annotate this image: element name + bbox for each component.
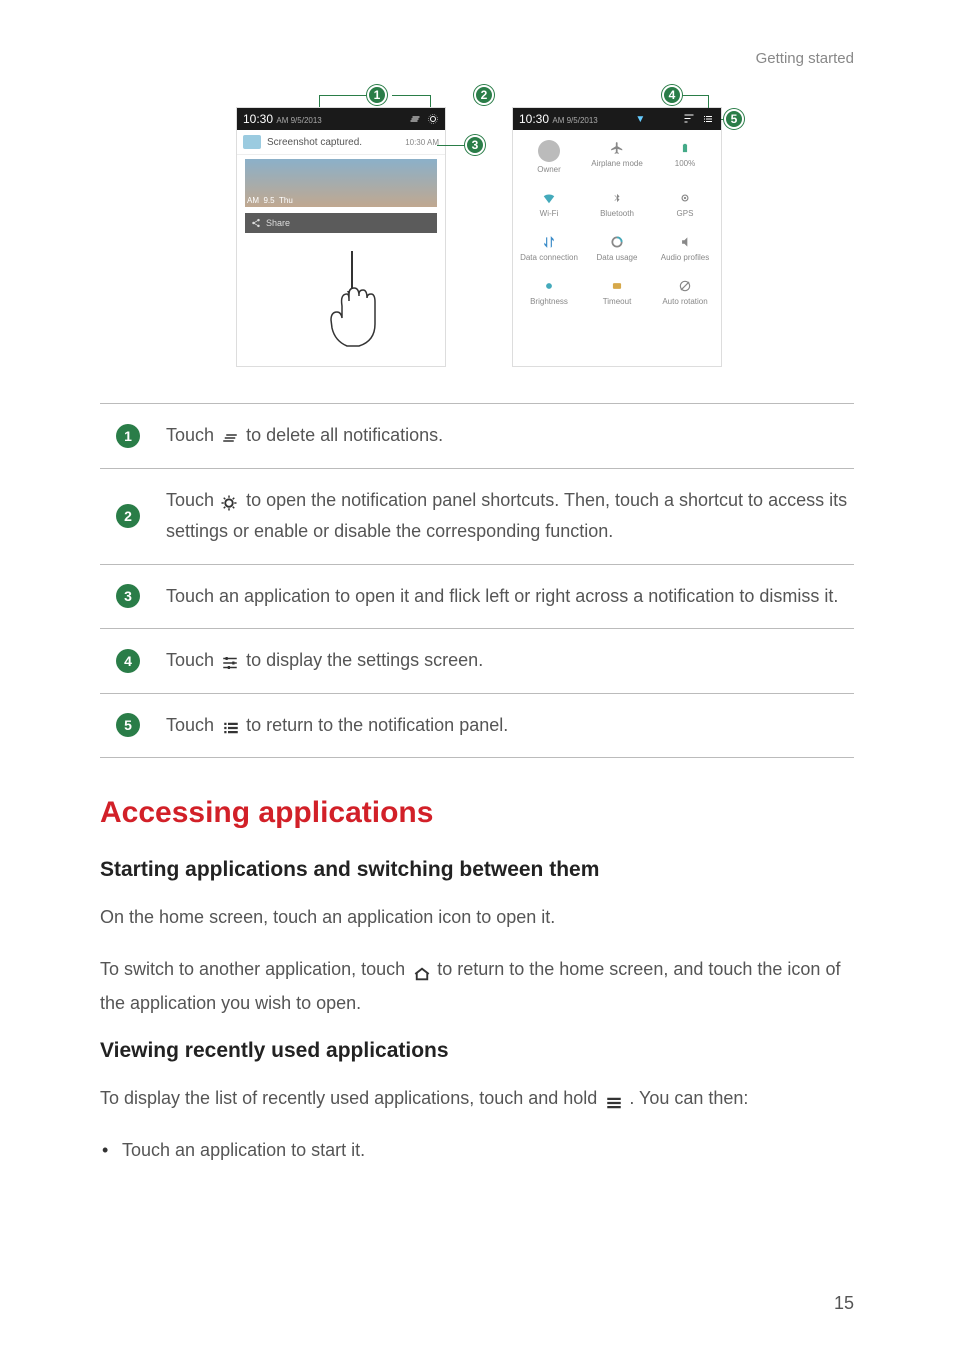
- list-icon: [701, 113, 715, 125]
- quick-settings-panel-screenshot: 10:30 AM 9/5/2013 ▼ Owner Airplane mode …: [512, 107, 722, 367]
- picture-icon: [243, 135, 261, 149]
- table-row: 4 Touch to display the settings screen.: [100, 629, 854, 694]
- figure-callout-4: 4: [662, 85, 682, 105]
- figure-callout-1: 1: [367, 85, 387, 105]
- quick-settings-gear-icon: [427, 113, 439, 125]
- figure-callout-5: 5: [724, 109, 744, 129]
- home-icon: [410, 960, 432, 978]
- table-row: 1 Touch to delete all notifications.: [100, 404, 854, 469]
- timeout-icon: [609, 278, 625, 294]
- callout-number-5: 5: [116, 713, 140, 737]
- page-header: Getting started: [100, 50, 854, 67]
- callout-number-1: 1: [116, 424, 140, 448]
- list-icon: [219, 716, 241, 734]
- subsection-title-recent: Viewing recently used applications: [100, 1039, 854, 1063]
- callout-number-2: 2: [116, 504, 140, 528]
- bullet-list: Touch an application to start it.: [100, 1133, 854, 1167]
- share-icon: [251, 218, 261, 228]
- notification-row: Screenshot captured. 10:30 AM: [237, 130, 445, 155]
- figure-callout-2: 2: [474, 85, 494, 105]
- callout-number-4: 4: [116, 649, 140, 673]
- body-paragraph: To switch to another application, touch …: [100, 952, 854, 1020]
- share-bar: Share: [245, 213, 437, 233]
- table-row: 3 Touch an application to open it and fl…: [100, 564, 854, 629]
- menu-icon: [602, 1089, 624, 1107]
- gps-icon: [677, 190, 693, 206]
- body-paragraph: To display the list of recently used app…: [100, 1081, 854, 1115]
- page-number: 15: [834, 1293, 854, 1314]
- clear-all-icon: [219, 426, 241, 444]
- callout-number-3: 3: [116, 584, 140, 608]
- sliders-icon: [683, 113, 695, 125]
- screenshot-thumbnail: AM 9.5 Thu: [245, 159, 437, 207]
- airplane-icon: [609, 140, 625, 156]
- figure-container: 1 2 3 4 5 10:30 AM 9/5/2013 Screenshot c…: [100, 85, 854, 375]
- list-item: Touch an application to start it.: [100, 1133, 854, 1167]
- data-connection-icon: [541, 234, 557, 250]
- audio-profiles-icon: [677, 234, 693, 250]
- section-title: Accessing applications: [100, 796, 854, 830]
- wifi-icon: [541, 190, 557, 206]
- table-row: 5 Touch to return to the notification pa…: [100, 693, 854, 758]
- data-usage-icon: [609, 234, 625, 250]
- auto-rotation-icon: [677, 278, 693, 294]
- table-row: 2 Touch to open the notification panel s…: [100, 468, 854, 564]
- quick-settings-gear-icon: [219, 491, 241, 509]
- figure-callout-3: 3: [465, 135, 485, 155]
- owner-avatar-icon: [538, 140, 560, 162]
- notification-panel-screenshot: 10:30 AM 9/5/2013 Screenshot captured. 1…: [236, 107, 446, 367]
- callout-description-table: 1 Touch to delete all notifications. 2 T…: [100, 403, 854, 758]
- bluetooth-icon: [609, 190, 625, 206]
- clear-all-icon: [409, 113, 421, 125]
- battery-icon: [677, 140, 693, 156]
- body-paragraph: On the home screen, touch an application…: [100, 900, 854, 934]
- sliders-icon: [219, 651, 241, 669]
- status-time: 10:30 AM 9/5/2013: [243, 112, 322, 126]
- subsection-title-starting: Starting applications and switching betw…: [100, 858, 854, 882]
- touch-gesture-illustration: [307, 246, 397, 361]
- brightness-icon: [541, 278, 557, 294]
